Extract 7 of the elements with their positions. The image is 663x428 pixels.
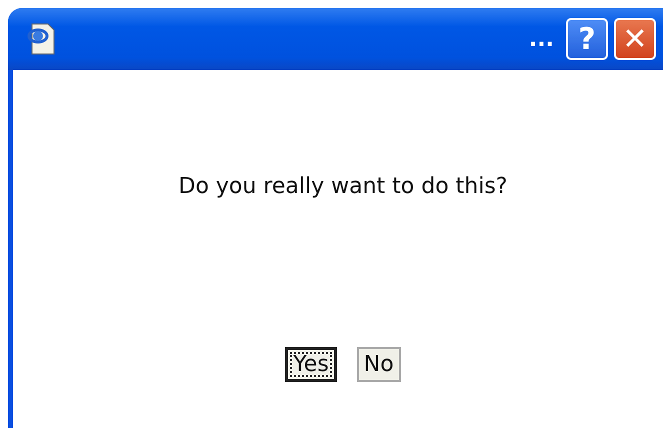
dialog-button[interactable]: Yes bbox=[285, 347, 337, 382]
dialog-button[interactable]: No bbox=[356, 347, 401, 382]
help-button[interactable]: ? bbox=[566, 18, 608, 60]
window-title: ... bbox=[528, 26, 555, 52]
message-text: Do you really want to do this? bbox=[178, 174, 508, 199]
document-icon bbox=[26, 22, 56, 56]
close-button[interactable]: ✕ bbox=[614, 18, 656, 60]
